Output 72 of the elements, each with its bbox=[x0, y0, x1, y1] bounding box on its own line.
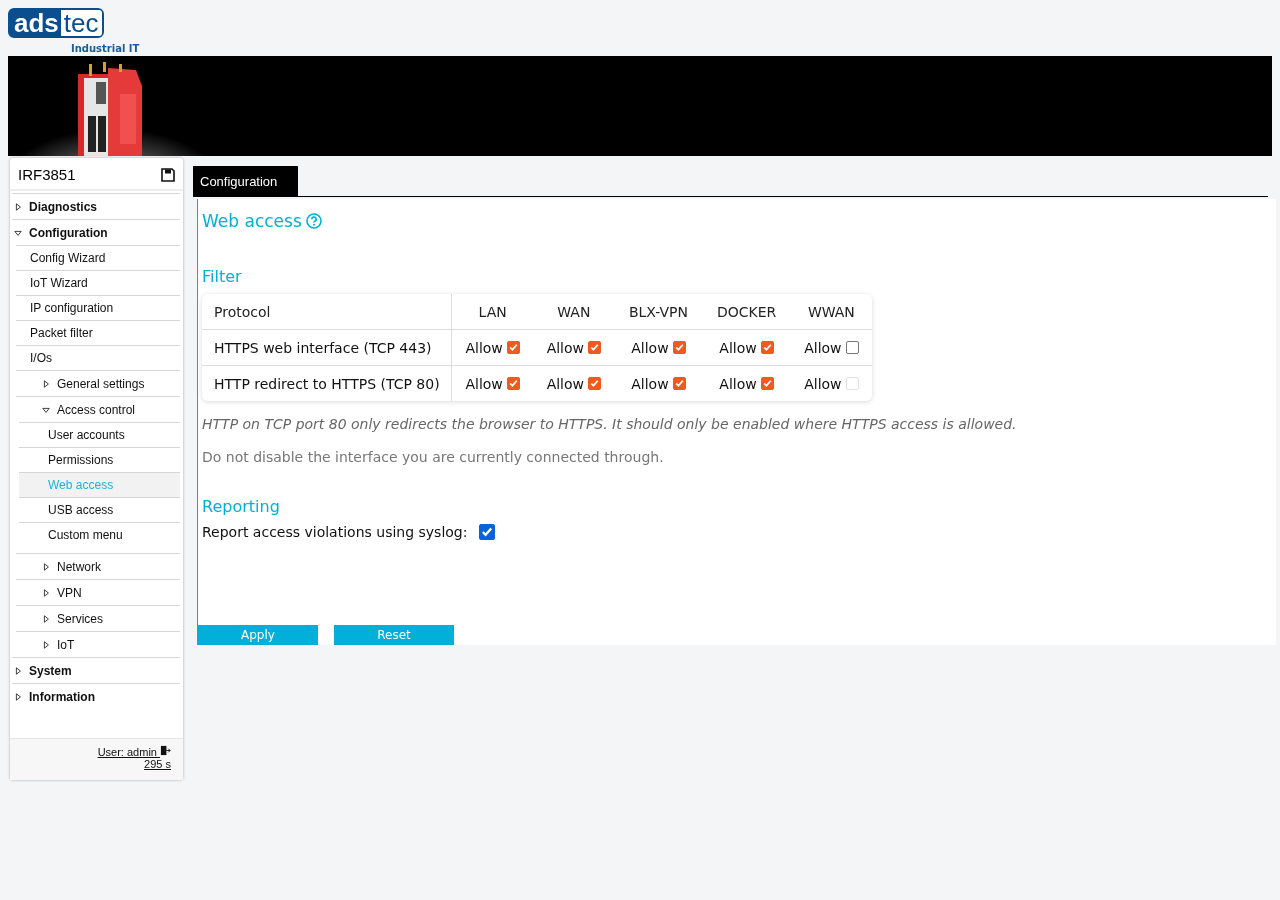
checkbox[interactable] bbox=[506, 377, 520, 390]
menu-item[interactable]: Config Wizard bbox=[16, 246, 180, 270]
expand-icon bbox=[42, 379, 50, 388]
company-logo: ads tec bbox=[8, 8, 104, 38]
save-icon[interactable] bbox=[161, 167, 175, 182]
menu-item[interactable]: Diagnostics bbox=[12, 194, 180, 219]
expand-icon bbox=[42, 405, 50, 414]
column-header: BLX-VPN bbox=[614, 294, 703, 330]
column-header: DOCKER bbox=[702, 294, 791, 330]
allow-label: Allow bbox=[631, 339, 669, 356]
expand-icon bbox=[14, 692, 22, 701]
column-header: Protocol bbox=[202, 294, 452, 330]
allow-label: Allow bbox=[465, 375, 503, 392]
menu-item[interactable]: Custom menu bbox=[19, 523, 180, 547]
expand-icon bbox=[42, 640, 50, 649]
help-icon[interactable] bbox=[305, 213, 322, 229]
table-cell: HTTPS web interface (TCP 443) bbox=[202, 330, 452, 366]
allow-label: Allow bbox=[465, 339, 503, 356]
hint-text: Do not disable the interface you are currently connected through. bbox=[202, 449, 665, 465]
menu-item[interactable]: Packet filter bbox=[16, 321, 180, 345]
menu-item[interactable]: Services bbox=[16, 606, 180, 631]
session-timer[interactable]: 295 s bbox=[144, 758, 171, 770]
table-cell: HTTP redirect to HTTPS (TCP 80) bbox=[202, 366, 452, 401]
logout-icon bbox=[160, 745, 171, 756]
allow-label: Allow bbox=[719, 339, 757, 356]
menu-item[interactable]: USB access bbox=[19, 498, 180, 522]
section-heading: Filter bbox=[202, 267, 243, 286]
expand-icon bbox=[14, 228, 22, 237]
expand-icon bbox=[14, 202, 22, 211]
syslog-label: Report access violations using syslog: bbox=[202, 524, 468, 540]
menu-item[interactable]: User accounts bbox=[19, 423, 180, 447]
user-link[interactable]: User: admin bbox=[97, 745, 171, 758]
menu-item[interactable]: Information bbox=[12, 684, 180, 709]
checkbox[interactable] bbox=[672, 341, 686, 354]
menu-item[interactable]: IoT Wizard bbox=[16, 271, 180, 295]
device-name: IRF3851 bbox=[18, 166, 76, 183]
menu-item[interactable]: IP configuration bbox=[16, 296, 180, 320]
menu-item[interactable]: Permissions bbox=[19, 448, 180, 472]
checkbox[interactable] bbox=[506, 341, 520, 354]
allow-label: Allow bbox=[546, 339, 584, 356]
checkbox[interactable] bbox=[588, 377, 601, 390]
tab[interactable]: Configuration bbox=[193, 166, 299, 196]
note-text: HTTP on TCP port 80 only redirects the browser to HTTPS. It should only be enabled where HTTPS access is allowed. bbox=[202, 416, 1018, 432]
page-title: Web access bbox=[202, 211, 302, 231]
column-header: WWAN bbox=[790, 294, 872, 330]
menu-item[interactable]: IoT bbox=[16, 632, 180, 657]
expand-icon bbox=[42, 614, 50, 623]
column-header: WAN bbox=[533, 294, 615, 330]
allow-label: Allow bbox=[804, 339, 842, 356]
allow-label: Allow bbox=[631, 375, 669, 392]
section-heading: Reporting bbox=[202, 497, 281, 516]
checkbox[interactable] bbox=[760, 377, 774, 390]
menu-item[interactable]: Network bbox=[16, 554, 180, 579]
checkbox[interactable] bbox=[672, 377, 686, 390]
expand-icon bbox=[14, 666, 22, 675]
menu-item[interactable]: System bbox=[12, 658, 180, 683]
menu-item[interactable]: General settings bbox=[16, 371, 180, 396]
expand-icon bbox=[42, 562, 50, 571]
logo-tagline: Industrial IT bbox=[71, 43, 140, 54]
allow-label: Allow bbox=[719, 375, 757, 392]
allow-label: Allow bbox=[804, 375, 842, 392]
checkbox[interactable] bbox=[479, 524, 496, 540]
allow-label: Allow bbox=[546, 375, 584, 392]
menu-item[interactable]: Configuration bbox=[12, 220, 180, 245]
menu-item[interactable]: I/Os bbox=[16, 346, 180, 370]
menu-item[interactable]: VPN bbox=[16, 580, 180, 605]
checkbox[interactable] bbox=[760, 341, 774, 354]
expand-icon bbox=[42, 588, 50, 597]
menu-item[interactable]: Access control bbox=[16, 397, 180, 422]
column-header: LAN bbox=[452, 294, 534, 330]
checkbox[interactable] bbox=[845, 341, 859, 354]
checkbox[interactable] bbox=[588, 341, 601, 354]
